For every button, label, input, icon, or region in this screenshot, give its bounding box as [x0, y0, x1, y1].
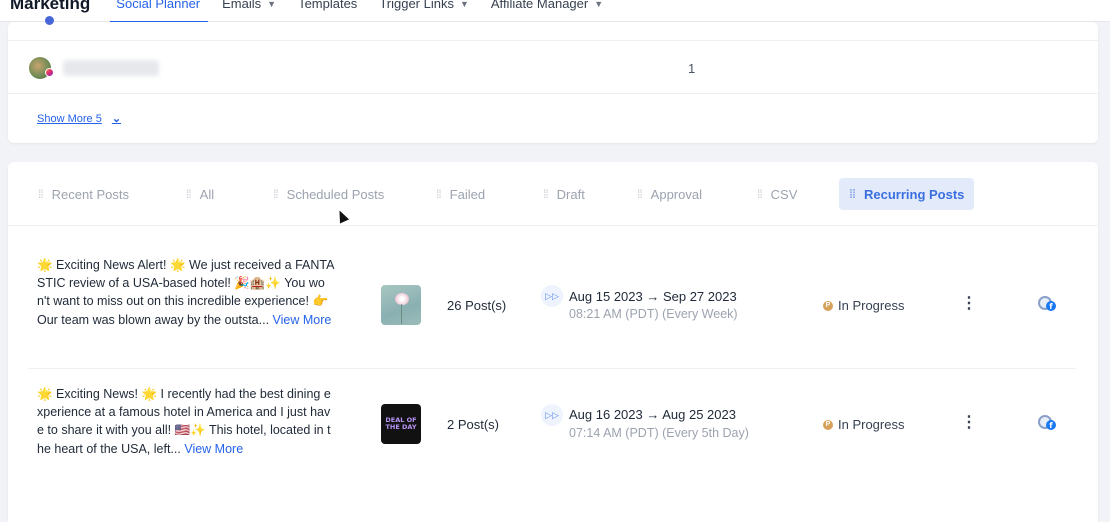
nav-emails[interactable]: Emails ▼ — [222, 0, 276, 11]
post-thumbnail[interactable] — [381, 285, 421, 325]
nav-templates[interactable]: Templates — [298, 0, 357, 11]
tab-all[interactable]: ⁞⁞ All — [176, 178, 224, 210]
post-description: 🌟 Exciting News! 🌟 I recently had the be… — [37, 385, 335, 458]
post-count: 2 Post(s) — [447, 417, 500, 432]
status-p-icon: P — [823, 419, 833, 430]
account-post-count: 1 — [688, 61, 696, 76]
date-range: Aug 15 2023 → Sep 27 2023 — [569, 289, 737, 304]
account-avatar-partial — [45, 16, 54, 25]
view-more-link[interactable]: View More — [184, 442, 243, 456]
show-more-link[interactable]: Show More 5 ⌄ — [37, 112, 122, 126]
status-badge: P In Progress — [823, 298, 904, 313]
chevron-down-icon: ⌄ — [111, 113, 122, 125]
drag-handle-icon: ⁞⁞ — [543, 187, 549, 201]
drag-handle-icon: ⁞⁞ — [436, 187, 442, 201]
divider — [8, 93, 1098, 94]
facebook-badge: f — [1046, 420, 1056, 430]
tab-recurring-posts[interactable]: ⁞⁞ Recurring Posts — [839, 178, 975, 210]
nav-affiliate-manager[interactable]: Affiliate Manager ▼ — [491, 0, 603, 11]
nav-social-planner[interactable]: Social Planner — [110, 0, 208, 23]
facebook-icon: f — [1038, 294, 1056, 312]
fast-forward-icon: ▷▷ — [541, 285, 563, 307]
facebook-badge: f — [1046, 301, 1056, 311]
drag-handle-icon: ⁞⁞ — [38, 187, 44, 201]
top-nav: Marketing Social Planner Emails ▼ Templat… — [0, 0, 1110, 23]
schedule-time: 08:21 AM (PDT) (Every Week) — [569, 307, 738, 321]
account-row: rudinabrand05 1 — [8, 52, 1098, 84]
nav-label: Social Planner — [116, 0, 201, 11]
kebab-menu-icon[interactable]: ⋮ — [961, 294, 977, 314]
post-thumbnail[interactable]: DEAL OF THE DAY — [381, 404, 421, 444]
tab-label: CSV — [770, 186, 798, 202]
tab-csv[interactable]: ⁞⁞ CSV — [747, 178, 807, 210]
post-description: 🌟 Exciting News Alert! 🌟 We just receive… — [37, 256, 335, 329]
drag-handle-icon: ⁞⁞ — [273, 187, 279, 201]
drag-handle-icon: ⁞⁞ — [849, 187, 856, 201]
accounts-card: rudinabrand05 1 Show More 5 ⌄ — [8, 16, 1098, 143]
table-row: 🌟 Exciting News Alert! 🌟 We just receive… — [8, 256, 1098, 366]
schedule-time: 07:14 AM (PDT) (Every 5th Day) — [569, 426, 749, 440]
account-name: rudinabrand05 — [63, 60, 159, 76]
brand-title: Marketing — [10, 0, 91, 13]
drag-handle-icon: ⁞⁞ — [757, 187, 763, 201]
drag-handle-icon: ⁞⁞ — [637, 187, 643, 201]
show-more-label: Show More 5 — [37, 112, 102, 125]
tab-label: Draft — [556, 186, 585, 202]
tab-failed[interactable]: ⁞⁞ Failed — [426, 178, 495, 210]
chevron-down-icon: ▼ — [267, 0, 277, 9]
tab-label: Scheduled Posts — [286, 186, 385, 202]
nav-label: Templates — [298, 0, 358, 11]
tab-label: All — [199, 186, 215, 202]
chevron-down-icon: ▼ — [594, 0, 604, 9]
date-range: Aug 16 2023 → Aug 25 2023 — [569, 407, 736, 422]
post-count: 26 Post(s) — [447, 298, 507, 313]
view-more-link[interactable]: View More — [273, 313, 332, 327]
tab-label: Failed — [449, 186, 486, 202]
flower-stem — [401, 304, 402, 324]
flower-image — [395, 293, 409, 305]
tab-recent-posts[interactable]: ⁞⁞ Recent Posts — [28, 178, 139, 210]
tab-scheduled-posts[interactable]: ⁞⁞ Scheduled Posts — [263, 178, 394, 210]
divider — [8, 40, 1098, 41]
nav-label: Affiliate Manager — [490, 0, 589, 11]
status-text: In Progress — [838, 417, 905, 432]
tab-label: Approval — [650, 186, 702, 202]
tab-label: Recent Posts — [51, 186, 129, 202]
status-text: In Progress — [838, 298, 905, 313]
instagram-icon — [45, 68, 54, 77]
kebab-menu-icon[interactable]: ⋮ — [961, 413, 977, 433]
tab-draft[interactable]: ⁞⁞ Draft — [533, 178, 595, 210]
fast-forward-icon: ▷▷ — [541, 404, 563, 426]
thumbnail-text: DEAL OF THE DAY — [385, 416, 417, 431]
divider — [28, 368, 1076, 369]
nav-label: Emails — [222, 0, 262, 11]
status-p-icon: P — [823, 300, 833, 311]
posts-card: ⁞⁞ Recent Posts ⁞⁞ All ⁞⁞ Scheduled Posts ⁞… — [8, 162, 1098, 522]
tab-approval[interactable]: ⁞⁞ Approval — [627, 178, 712, 210]
nav-trigger-links[interactable]: Trigger Links ▼ — [379, 0, 469, 11]
table-row: 🌟 Exciting News! 🌟 I recently had the be… — [8, 385, 1098, 495]
tab-label: Recurring Posts — [864, 186, 965, 202]
nav-label: Trigger Links — [379, 0, 454, 11]
status-badge: P In Progress — [823, 417, 904, 432]
facebook-icon: f — [1038, 413, 1056, 431]
post-tabs: ⁞⁞ Recent Posts ⁞⁞ All ⁞⁞ Scheduled Posts ⁞… — [8, 162, 1098, 226]
drag-handle-icon: ⁞⁞ — [186, 187, 192, 201]
chevron-down-icon: ▼ — [459, 0, 469, 9]
